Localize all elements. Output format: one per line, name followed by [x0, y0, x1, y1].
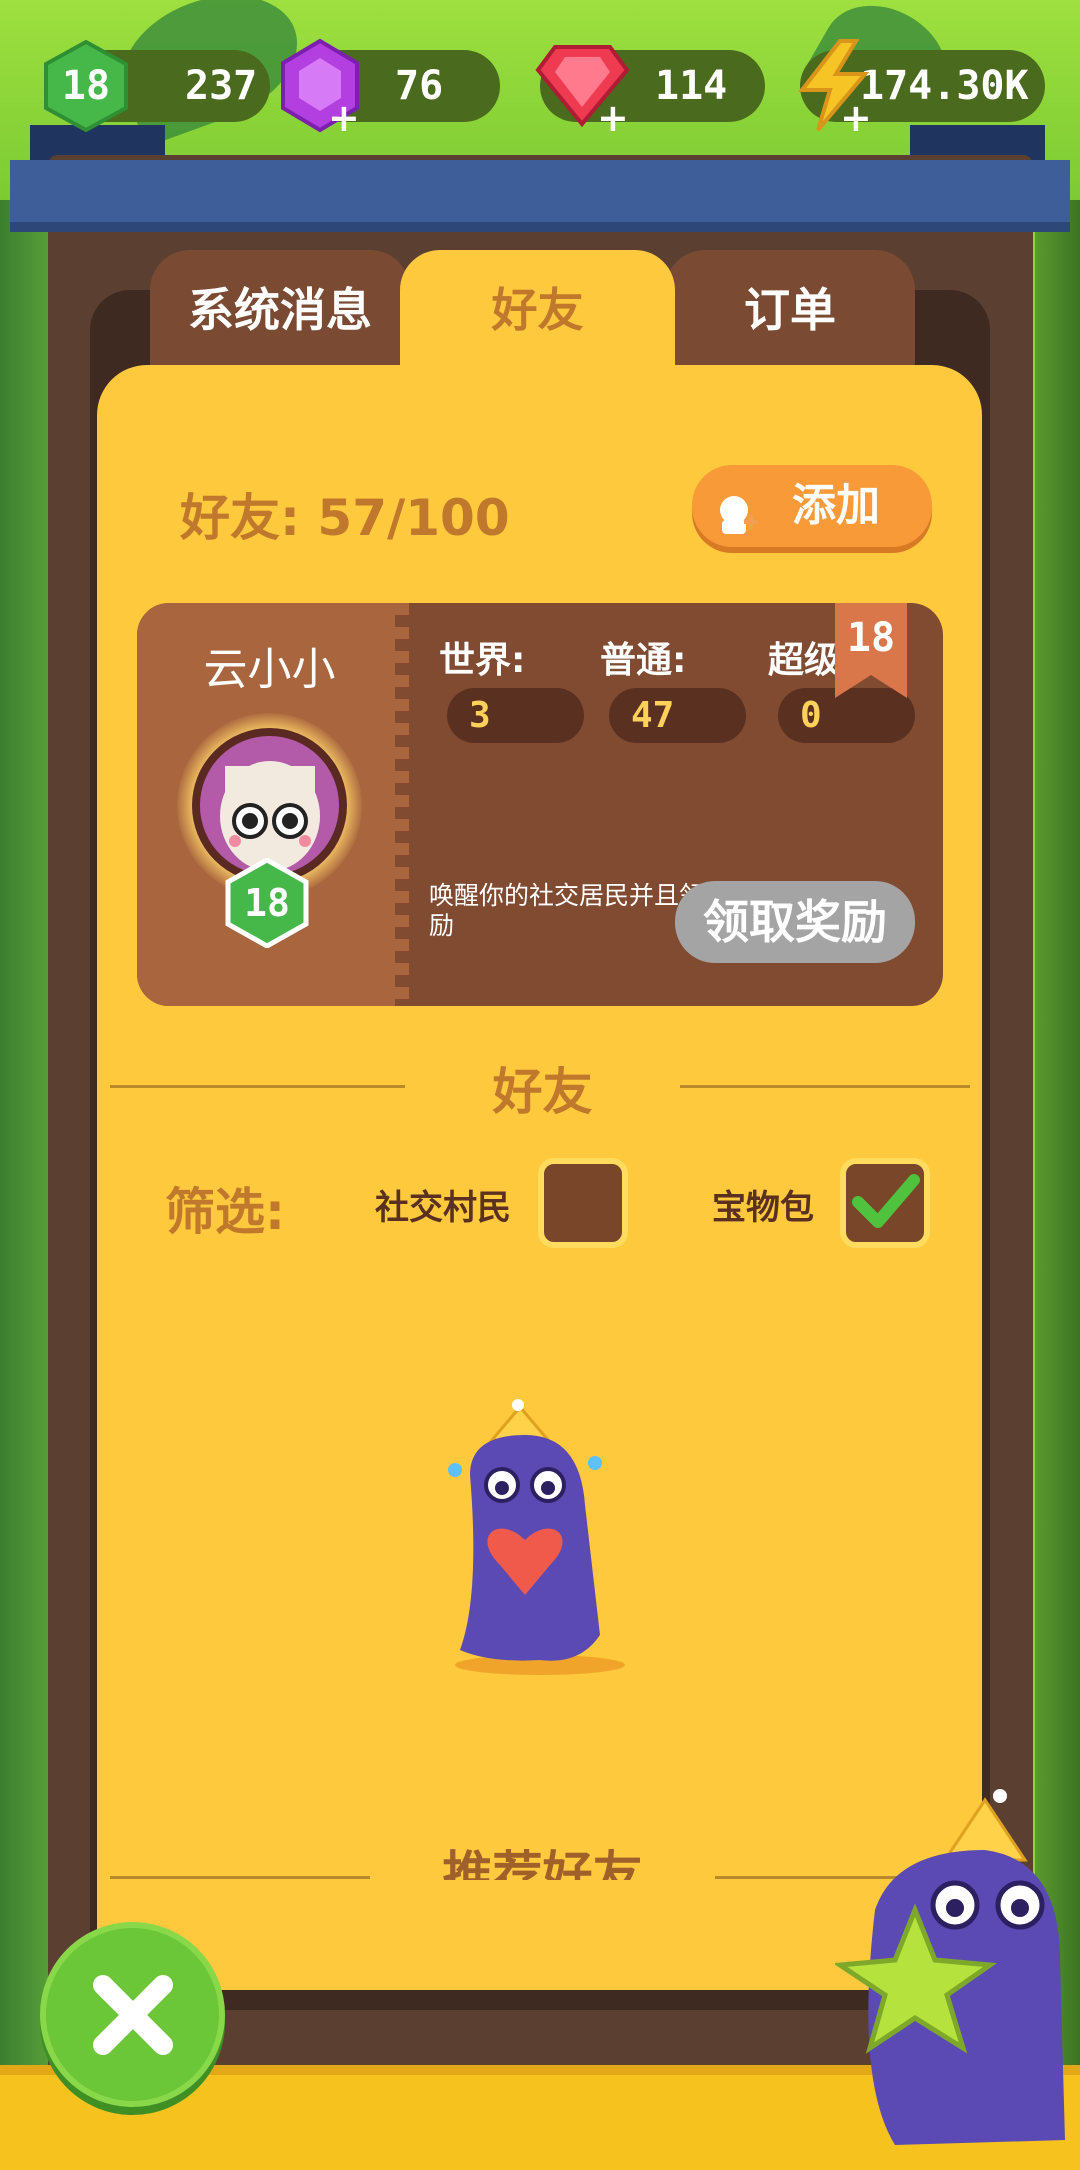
add-friend-label: 添加: [792, 480, 880, 531]
filter-social-villager-checkbox[interactable]: [538, 1158, 628, 1248]
red-gem-value: 114: [655, 63, 728, 109]
stat-value-world: 3: [447, 688, 584, 743]
filter-label: 筛选:: [165, 1183, 285, 1241]
filter-treasure-label: 宝物包: [712, 1188, 814, 1228]
tab-system-messages[interactable]: 系统消息: [150, 250, 410, 370]
friends-section-title: 好友: [492, 1063, 593, 1121]
add-friend-button[interactable]: 添加: [692, 465, 932, 547]
friend-count: 好友: 57/100: [180, 489, 510, 547]
top-beam: [10, 160, 1070, 232]
tab-orders[interactable]: 订单: [665, 250, 915, 370]
green-hexagon-icon: 18: [40, 39, 132, 133]
stat-label-normal: 普通:: [600, 640, 687, 681]
add-person-icon: [714, 483, 760, 534]
recommended-title-clip: 推荐好友: [370, 1840, 715, 1880]
check-icon: [852, 1174, 920, 1228]
stat-label-world: 世界:: [439, 640, 526, 681]
stat-value-normal: 47: [609, 688, 746, 743]
rank-ribbon-badge: 18: [835, 603, 907, 698]
filter-treasure-checkbox[interactable]: [840, 1158, 930, 1248]
recommended-section-title: 推荐好友: [442, 1846, 643, 1880]
divider-line: [110, 1876, 370, 1879]
energy-value: 174.30K: [860, 63, 1029, 109]
level-value: 18: [61, 63, 111, 109]
purple-gem-value: 76: [395, 63, 444, 109]
rank-value: 18: [846, 615, 896, 661]
filter-social-villager-label: 社交村民: [375, 1188, 511, 1228]
tab-friends[interactable]: 好友: [400, 250, 675, 380]
divider-line: [110, 1085, 405, 1088]
close-icon: [93, 1975, 173, 2055]
avatar-level-badge: 18: [222, 857, 312, 949]
claim-reward-button[interactable]: 领取奖励: [675, 881, 915, 963]
xp-value: 237: [185, 63, 258, 109]
add-energy-icon[interactable]: +: [840, 99, 872, 137]
add-purple-gem-icon[interactable]: +: [328, 99, 360, 137]
left-foliage: [0, 200, 55, 2100]
mascot-with-star-illustration: [832, 1780, 1070, 2160]
player-name: 云小小: [203, 644, 336, 695]
avatar-level-value: 18: [244, 881, 290, 925]
add-red-gem-icon[interactable]: +: [597, 99, 629, 137]
profile-card: 云小小 18 世界: 普通: 超级: 3 47 0 18 唤醒你的社交居民并且领…: [137, 603, 943, 1006]
close-button[interactable]: [40, 1922, 225, 2107]
divider-line: [680, 1085, 970, 1088]
crying-monster-illustration: [430, 1395, 630, 1675]
